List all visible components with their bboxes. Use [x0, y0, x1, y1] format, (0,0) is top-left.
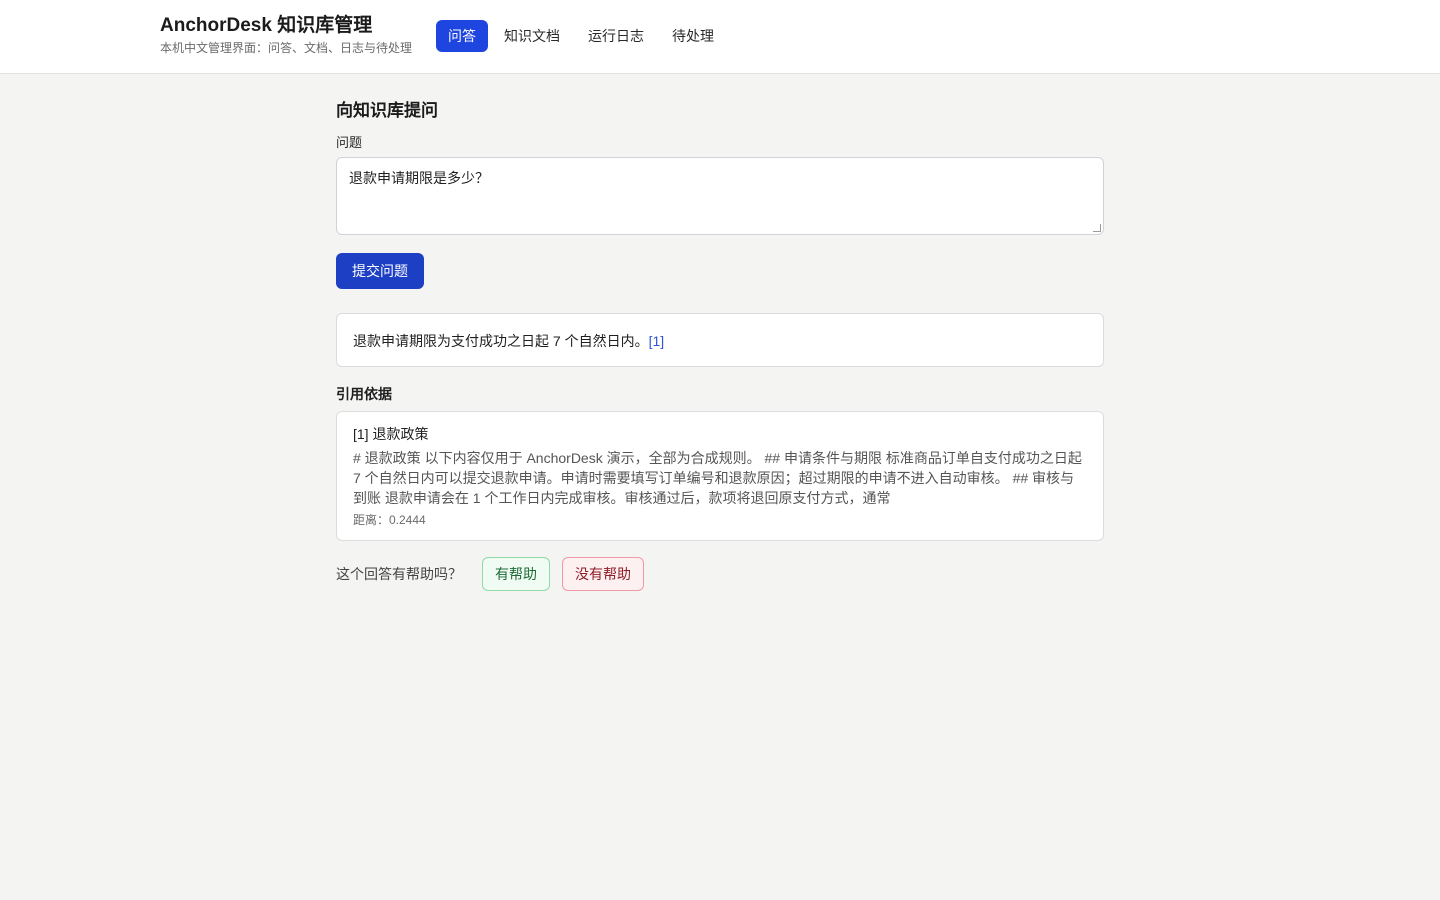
citations-title: 引用依据	[336, 386, 392, 402]
feedback-row: 这个回答有帮助吗？ 有帮助 没有帮助	[336, 557, 1104, 591]
citation-card: [1] 退款政策 # 退款政策 以下内容仅用于 AnchorDesk 演示，全部…	[336, 411, 1104, 541]
brand: AnchorDesk 知识库管理 本机中文管理界面：问答、文档、日志与待处理	[160, 14, 412, 57]
not-helpful-button[interactable]: 没有帮助	[562, 557, 644, 591]
citation-link[interactable]: [1]	[649, 333, 665, 349]
main-content: 向知识库提问 问题 退款申请期限是多少？ 提交问题 退款申请期限为支付成功之日起…	[336, 74, 1104, 591]
answer-text: 退款申请期限为支付成功之日起 7 个自然日内。	[353, 333, 649, 349]
citation-heading: [1] 退款政策	[353, 426, 429, 442]
citation-excerpt: # 退款政策 以下内容仅用于 AnchorDesk 演示，全部为合成规则。 ##…	[353, 450, 1082, 506]
app-title: AnchorDesk 知识库管理	[160, 15, 373, 36]
submit-question-button[interactable]: 提交问题	[336, 253, 424, 289]
feedback-question: 这个回答有帮助吗？	[336, 566, 462, 582]
nav-tab-qa[interactable]: 问答	[436, 20, 488, 52]
citation-distance: 距离：0.2444	[353, 513, 426, 527]
helpful-button[interactable]: 有帮助	[482, 557, 550, 591]
app-subtitle: 本机中文管理界面：问答、文档、日志与待处理	[160, 41, 413, 55]
question-textarea[interactable]: 退款申请期限是多少？	[336, 157, 1104, 235]
nav-tab-pending[interactable]: 待处理	[660, 20, 726, 52]
main-nav: 问答 知识文档 运行日志 待处理	[436, 20, 730, 52]
ask-section-title: 向知识库提问	[336, 101, 438, 120]
top-bar: AnchorDesk 知识库管理 本机中文管理界面：问答、文档、日志与待处理 问…	[0, 0, 1440, 74]
question-label: 问题	[336, 135, 363, 150]
resize-handle-icon[interactable]	[1093, 224, 1101, 232]
nav-tab-logs[interactable]: 运行日志	[576, 20, 656, 52]
nav-tab-documents[interactable]: 知识文档	[492, 20, 572, 52]
question-text: 退款申请期限是多少？	[349, 170, 489, 186]
answer-card: 退款申请期限为支付成功之日起 7 个自然日内。[1]	[336, 313, 1104, 367]
